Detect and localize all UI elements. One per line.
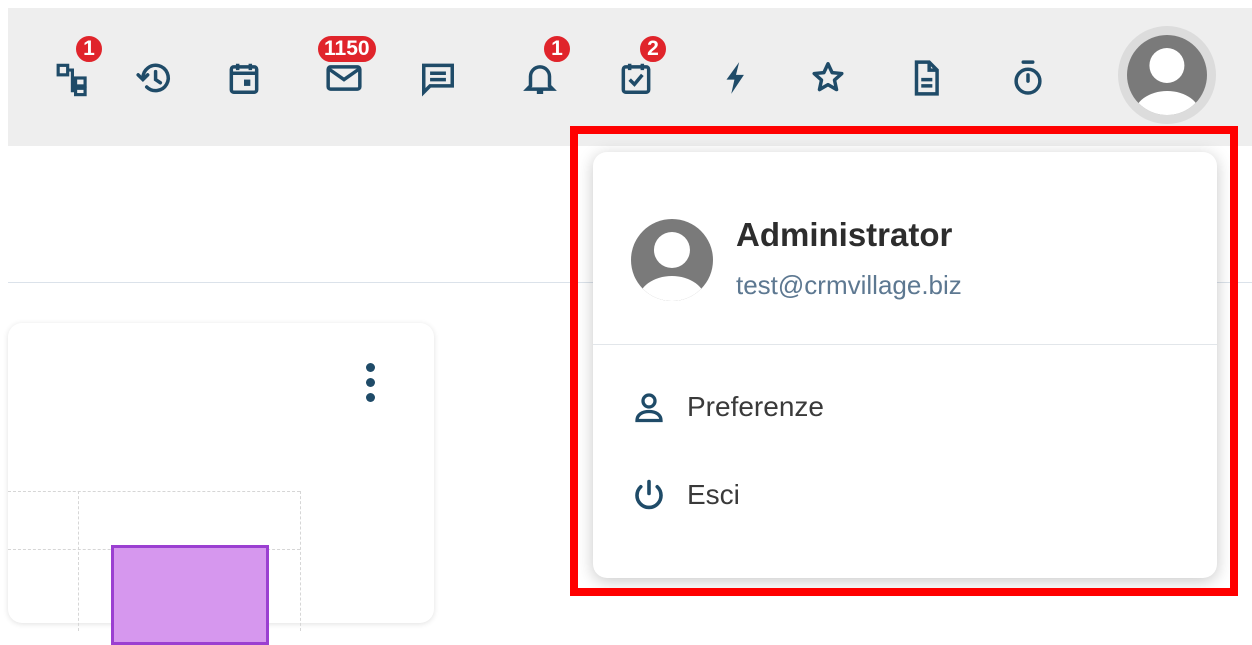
menu-item-logout[interactable]: Esci [631, 470, 740, 520]
user-email: test@crmvillage.biz [736, 270, 962, 300]
chart-card [8, 323, 434, 645]
timer-button[interactable] [1006, 56, 1050, 100]
bell-icon [523, 65, 557, 94]
document-icon [914, 60, 939, 96]
task-check-icon [621, 63, 651, 94]
chat-button[interactable] [416, 56, 460, 100]
user-avatar-button[interactable] [1118, 26, 1216, 124]
menu-item-label: Preferenze [687, 391, 824, 422]
menu-item-label: Esci [687, 479, 740, 510]
user-dropdown-menu: Administrator test@crmvillage.biz Prefer… [593, 152, 1217, 578]
avatar [631, 219, 713, 301]
documents-button[interactable] [904, 56, 948, 100]
avatar [1127, 35, 1207, 115]
notifications-button[interactable]: 1 [518, 34, 572, 100]
menu-divider [593, 344, 1217, 345]
sitemap-badge: 1 [74, 34, 104, 64]
power-icon [635, 479, 663, 510]
tasks-button[interactable]: 2 [614, 34, 668, 100]
quick-actions-button[interactable] [714, 56, 758, 100]
favorites-button[interactable] [806, 56, 850, 100]
star-icon [812, 62, 844, 92]
menu-item-preferences[interactable]: Preferenze [631, 382, 824, 432]
chat-icon [422, 63, 454, 97]
stopwatch-icon [1014, 60, 1042, 95]
user-name: Administrator [736, 216, 953, 253]
history-icon [136, 63, 170, 93]
calendar-button[interactable] [222, 56, 266, 100]
top-toolbar: 1 1150 1 2 [8, 8, 1252, 146]
mail-icon [326, 65, 362, 91]
lightning-icon [726, 62, 744, 94]
history-button[interactable] [132, 56, 176, 100]
mail-button[interactable]: 1150 [316, 34, 378, 100]
tasks-badge: 2 [638, 34, 668, 64]
chart-bar [111, 545, 269, 645]
sitemap-button[interactable]: 1 [52, 34, 104, 100]
calendar-icon [229, 63, 259, 94]
sitemap-icon [56, 63, 87, 97]
user-icon [635, 393, 663, 423]
more-options-button[interactable] [362, 363, 378, 409]
mail-badge: 1150 [316, 34, 378, 64]
notifications-badge: 1 [542, 34, 572, 64]
